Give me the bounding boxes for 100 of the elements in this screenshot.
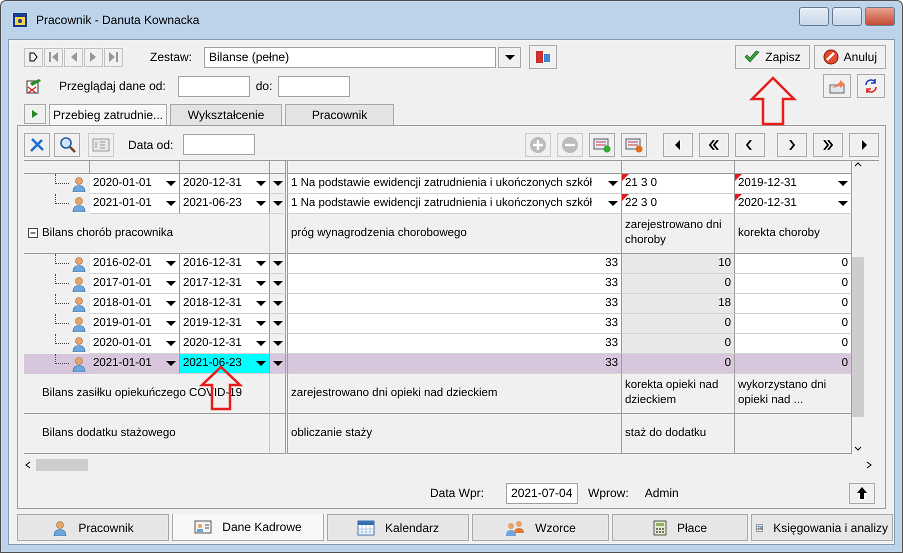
scrollbar-thumb[interactable] [852, 256, 864, 417]
date-to-field[interactable]: 2017-12-31 [180, 274, 270, 294]
date-to-field[interactable]: 2018-12-31 [180, 294, 270, 314]
date-from-field[interactable]: 2019-01-01 [90, 314, 180, 334]
new-record-button[interactable] [24, 48, 43, 66]
search-button[interactable] [54, 132, 80, 157]
table-cell[interactable]: 33 [288, 354, 622, 374]
tab[interactable]: Płace [612, 514, 748, 541]
cell-text: 33 [605, 277, 618, 290]
table-cell[interactable]: 0 [735, 354, 852, 374]
export-button[interactable] [823, 74, 851, 98]
cell-text: 1 Na podstawie ewidencji zatrudnienia i ukończonych szkół [291, 197, 592, 210]
close-button[interactable] [865, 6, 895, 26]
collapse-icon[interactable] [28, 228, 38, 238]
table-cell[interactable]: 0 [622, 354, 735, 374]
play-button[interactable] [24, 104, 46, 124]
group-title: Bilans dodatku stażowego [42, 426, 176, 441]
person-icon [71, 196, 87, 212]
calculator-icon [652, 520, 667, 536]
dropdown-button[interactable] [498, 46, 522, 68]
tab[interactable]: Księgowania i analizy [751, 514, 893, 541]
date-from-field[interactable]: 2018-01-01 [90, 294, 180, 314]
table-cell[interactable]: 0 [622, 274, 735, 294]
group-title-cell[interactable]: Bilans chorób pracownika [24, 214, 270, 254]
column-header: wykorzystano dni opieki nad ... [738, 378, 828, 408]
table-cell[interactable]: 1 Na podstawie ewidencji zatrudnienia i ukończonych szkół [288, 194, 622, 214]
add-row-button[interactable] [589, 132, 615, 157]
keypad-icon [92, 138, 110, 152]
tools-button[interactable] [24, 132, 50, 157]
tab[interactable]: Dane Kadrowe [172, 514, 324, 541]
data-wpr-field[interactable]: 2021-07-04 [506, 482, 578, 504]
plus-icon [529, 136, 547, 154]
table-cell[interactable]: 0 [735, 274, 852, 294]
table-cell[interactable]: 22 3 0 [622, 194, 735, 214]
maximize-button[interactable] [832, 6, 862, 26]
date-from-field[interactable]: 2020-01-01 [90, 334, 180, 354]
dropdown-button[interactable] [270, 354, 288, 374]
checkmark-icon [744, 50, 760, 64]
table-cell[interactable]: 0 [735, 294, 852, 314]
next-button[interactable] [777, 132, 807, 157]
table-cell[interactable]: 33 [288, 274, 622, 294]
tab[interactable]: Wzorce [472, 514, 609, 541]
date-to-field[interactable]: 2021-06-23 [180, 354, 270, 374]
date-to-field[interactable]: 2016-12-31 [180, 254, 270, 274]
set-config-button[interactable] [529, 45, 558, 69]
search-icon [58, 136, 76, 154]
wprow-label: Wprow: [588, 486, 629, 500]
tab[interactable]: Wykształcenie [170, 104, 282, 125]
table-cell[interactable]: 2020-12-31 [735, 194, 852, 214]
date-to-field[interactable]: 2019-12-31 [180, 314, 270, 334]
wprow-value: Admin [644, 486, 679, 500]
remove-row-button[interactable] [621, 132, 647, 157]
date-from-input[interactable] [178, 76, 250, 96]
refresh-button[interactable] [857, 74, 885, 98]
date-to-field[interactable]: 2020-12-31 [180, 334, 270, 354]
tab[interactable]: Pracownik [285, 104, 394, 125]
table-cell[interactable]: 0 [622, 314, 735, 334]
remove-row-icon [625, 136, 643, 153]
table-cell[interactable]: 1 Na podstawie ewidencji zatrudnienia i ukończonych szkół [288, 174, 622, 194]
date-to-field[interactable]: 2021-06-23 [180, 194, 270, 214]
table-cell[interactable]: 33 [288, 334, 622, 354]
table-cell[interactable]: 0 [622, 334, 735, 354]
group-title: Bilans chorób pracownika [42, 226, 174, 241]
table-cell[interactable]: 33 [288, 294, 622, 314]
zestaw-field[interactable]: Bilanse (pełne) [204, 46, 496, 68]
rewind-button[interactable] [699, 132, 729, 157]
table-cell[interactable]: 21 3 0 [622, 174, 735, 194]
cell-text: 33 [605, 257, 618, 270]
cancel-button[interactable]: Anuluj [814, 45, 886, 69]
table-cell[interactable]: 18 [622, 294, 735, 314]
last-page-button[interactable] [849, 132, 879, 157]
chevron-right-icon [787, 140, 797, 150]
table-cell[interactable]: 2019-12-31 [735, 174, 852, 194]
date-from-field[interactable]: 2017-01-01 [90, 274, 180, 294]
tab[interactable]: Przebieg zatrudnie... [49, 104, 168, 125]
date-to-field[interactable]: 2020-12-31 [180, 174, 270, 194]
table-cell[interactable]: 0 [735, 254, 852, 274]
date-from-field[interactable]: 2021-01-01 [90, 194, 180, 214]
fast-forward-button[interactable] [813, 132, 843, 157]
tab[interactable]: Pracownik [17, 514, 169, 541]
scroll-top-button[interactable] [849, 482, 875, 504]
date-to-input[interactable] [278, 76, 350, 96]
save-button[interactable]: Zapisz [735, 45, 810, 69]
group-title-cell[interactable]: Bilans dodatku stażowego [24, 414, 270, 454]
date-from-field[interactable]: 2016-02-01 [90, 254, 180, 274]
table-cell[interactable]: 0 [735, 334, 852, 354]
tab[interactable]: Kalendarz [327, 514, 469, 541]
minimize-button[interactable] [799, 6, 829, 26]
cell-text: 10 [718, 257, 731, 270]
previous-button[interactable] [735, 132, 765, 157]
date-from-field[interactable]: 2020-01-01 [90, 174, 180, 194]
table-cell[interactable]: 33 [288, 314, 622, 334]
table-cell[interactable]: 0 [735, 314, 852, 334]
first-page-button[interactable] [663, 132, 693, 157]
data-od-input[interactable] [183, 134, 256, 156]
table-cell[interactable]: 10 [622, 254, 735, 274]
date-from-field[interactable]: 2021-01-01 [90, 354, 180, 374]
table-cell[interactable]: 33 [288, 254, 622, 274]
scrollbar-thumb[interactable] [36, 459, 88, 472]
date-to-label: do: [256, 79, 272, 93]
